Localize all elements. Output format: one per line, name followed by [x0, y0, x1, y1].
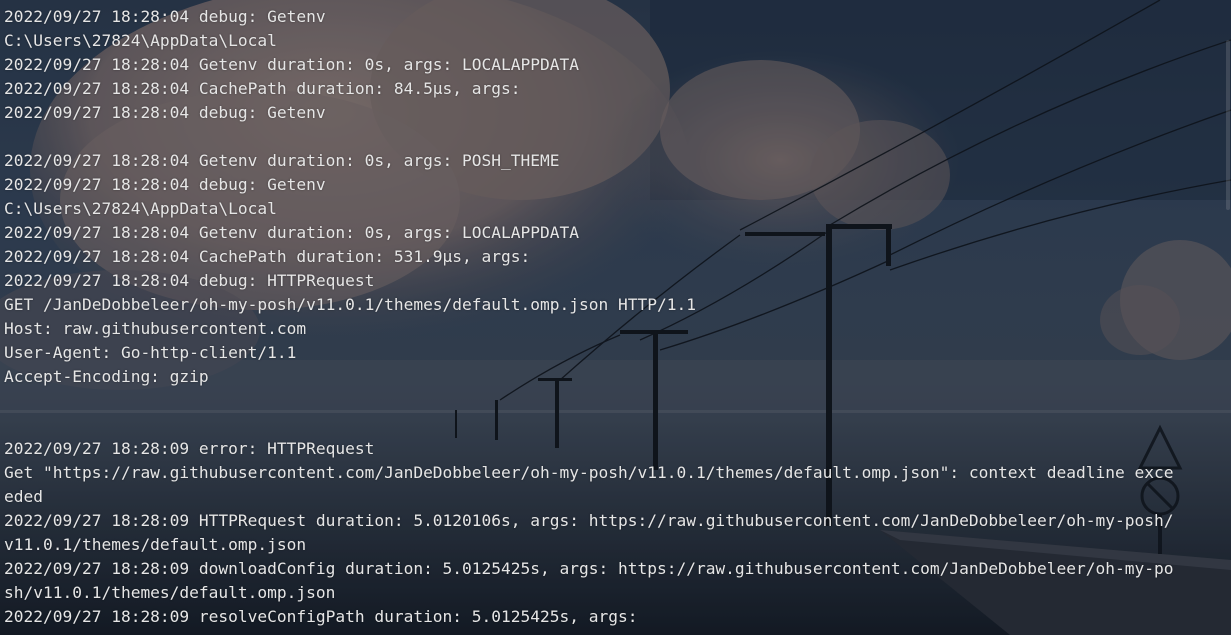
terminal-line: 2022/09/27 18:28:04 debug: HTTPRequest — [4, 271, 375, 290]
terminal-line: User-Agent: Go-http-client/1.1 — [4, 343, 297, 362]
terminal-line: 2022/09/27 18:28:04 Getenv duration: 0s,… — [4, 151, 560, 170]
terminal-line: 2022/09/27 18:28:04 CachePath duration: … — [4, 79, 521, 98]
terminal-line: Accept-Encoding: gzip — [4, 367, 209, 386]
terminal-line: sh/v11.0.1/themes/default.omp.json — [4, 583, 336, 602]
terminal-line: 2022/09/27 18:28:04 debug: Getenv — [4, 103, 326, 122]
terminal-output[interactable]: 2022/09/27 18:28:04 debug: Getenv C:\User… — [4, 5, 1231, 629]
scrollbar-thumb[interactable] — [1226, 40, 1230, 210]
terminal-line: 2022/09/27 18:28:04 debug: Getenv — [4, 175, 326, 194]
terminal-line: 2022/09/27 18:28:04 debug: Getenv — [4, 7, 326, 26]
terminal-line: 2022/09/27 18:28:09 downloadConfig durat… — [4, 559, 1174, 578]
terminal-line: GET /JanDeDobbeleer/oh-my-posh/v11.0.1/t… — [4, 295, 696, 314]
terminal-line: 2022/09/27 18:28:04 CachePath duration: … — [4, 247, 531, 266]
terminal-line: 2022/09/27 18:28:04 Getenv duration: 0s,… — [4, 55, 579, 74]
scrollbar[interactable] — [1225, 0, 1231, 635]
terminal-line: Host: raw.githubusercontent.com — [4, 319, 307, 338]
terminal-line: C:\Users\27824\AppData\Local — [4, 31, 277, 50]
terminal-line: eded — [4, 487, 43, 506]
terminal-line: 2022/09/27 18:28:09 HTTPRequest duration… — [4, 511, 1174, 530]
terminal-line: 2022/09/27 18:28:09 error: HTTPRequest — [4, 439, 375, 458]
terminal-line: C:\Users\27824\AppData\Local — [4, 199, 277, 218]
terminal-line: Get "https://raw.githubusercontent.com/J… — [4, 463, 1174, 482]
terminal-line: v11.0.1/themes/default.omp.json — [4, 535, 307, 554]
terminal-line: 2022/09/27 18:28:04 Getenv duration: 0s,… — [4, 223, 579, 242]
terminal-window[interactable]: 2022/09/27 18:28:04 debug: Getenv C:\User… — [0, 0, 1231, 635]
terminal-line: 2022/09/27 18:28:09 resolveConfigPath du… — [4, 607, 638, 626]
